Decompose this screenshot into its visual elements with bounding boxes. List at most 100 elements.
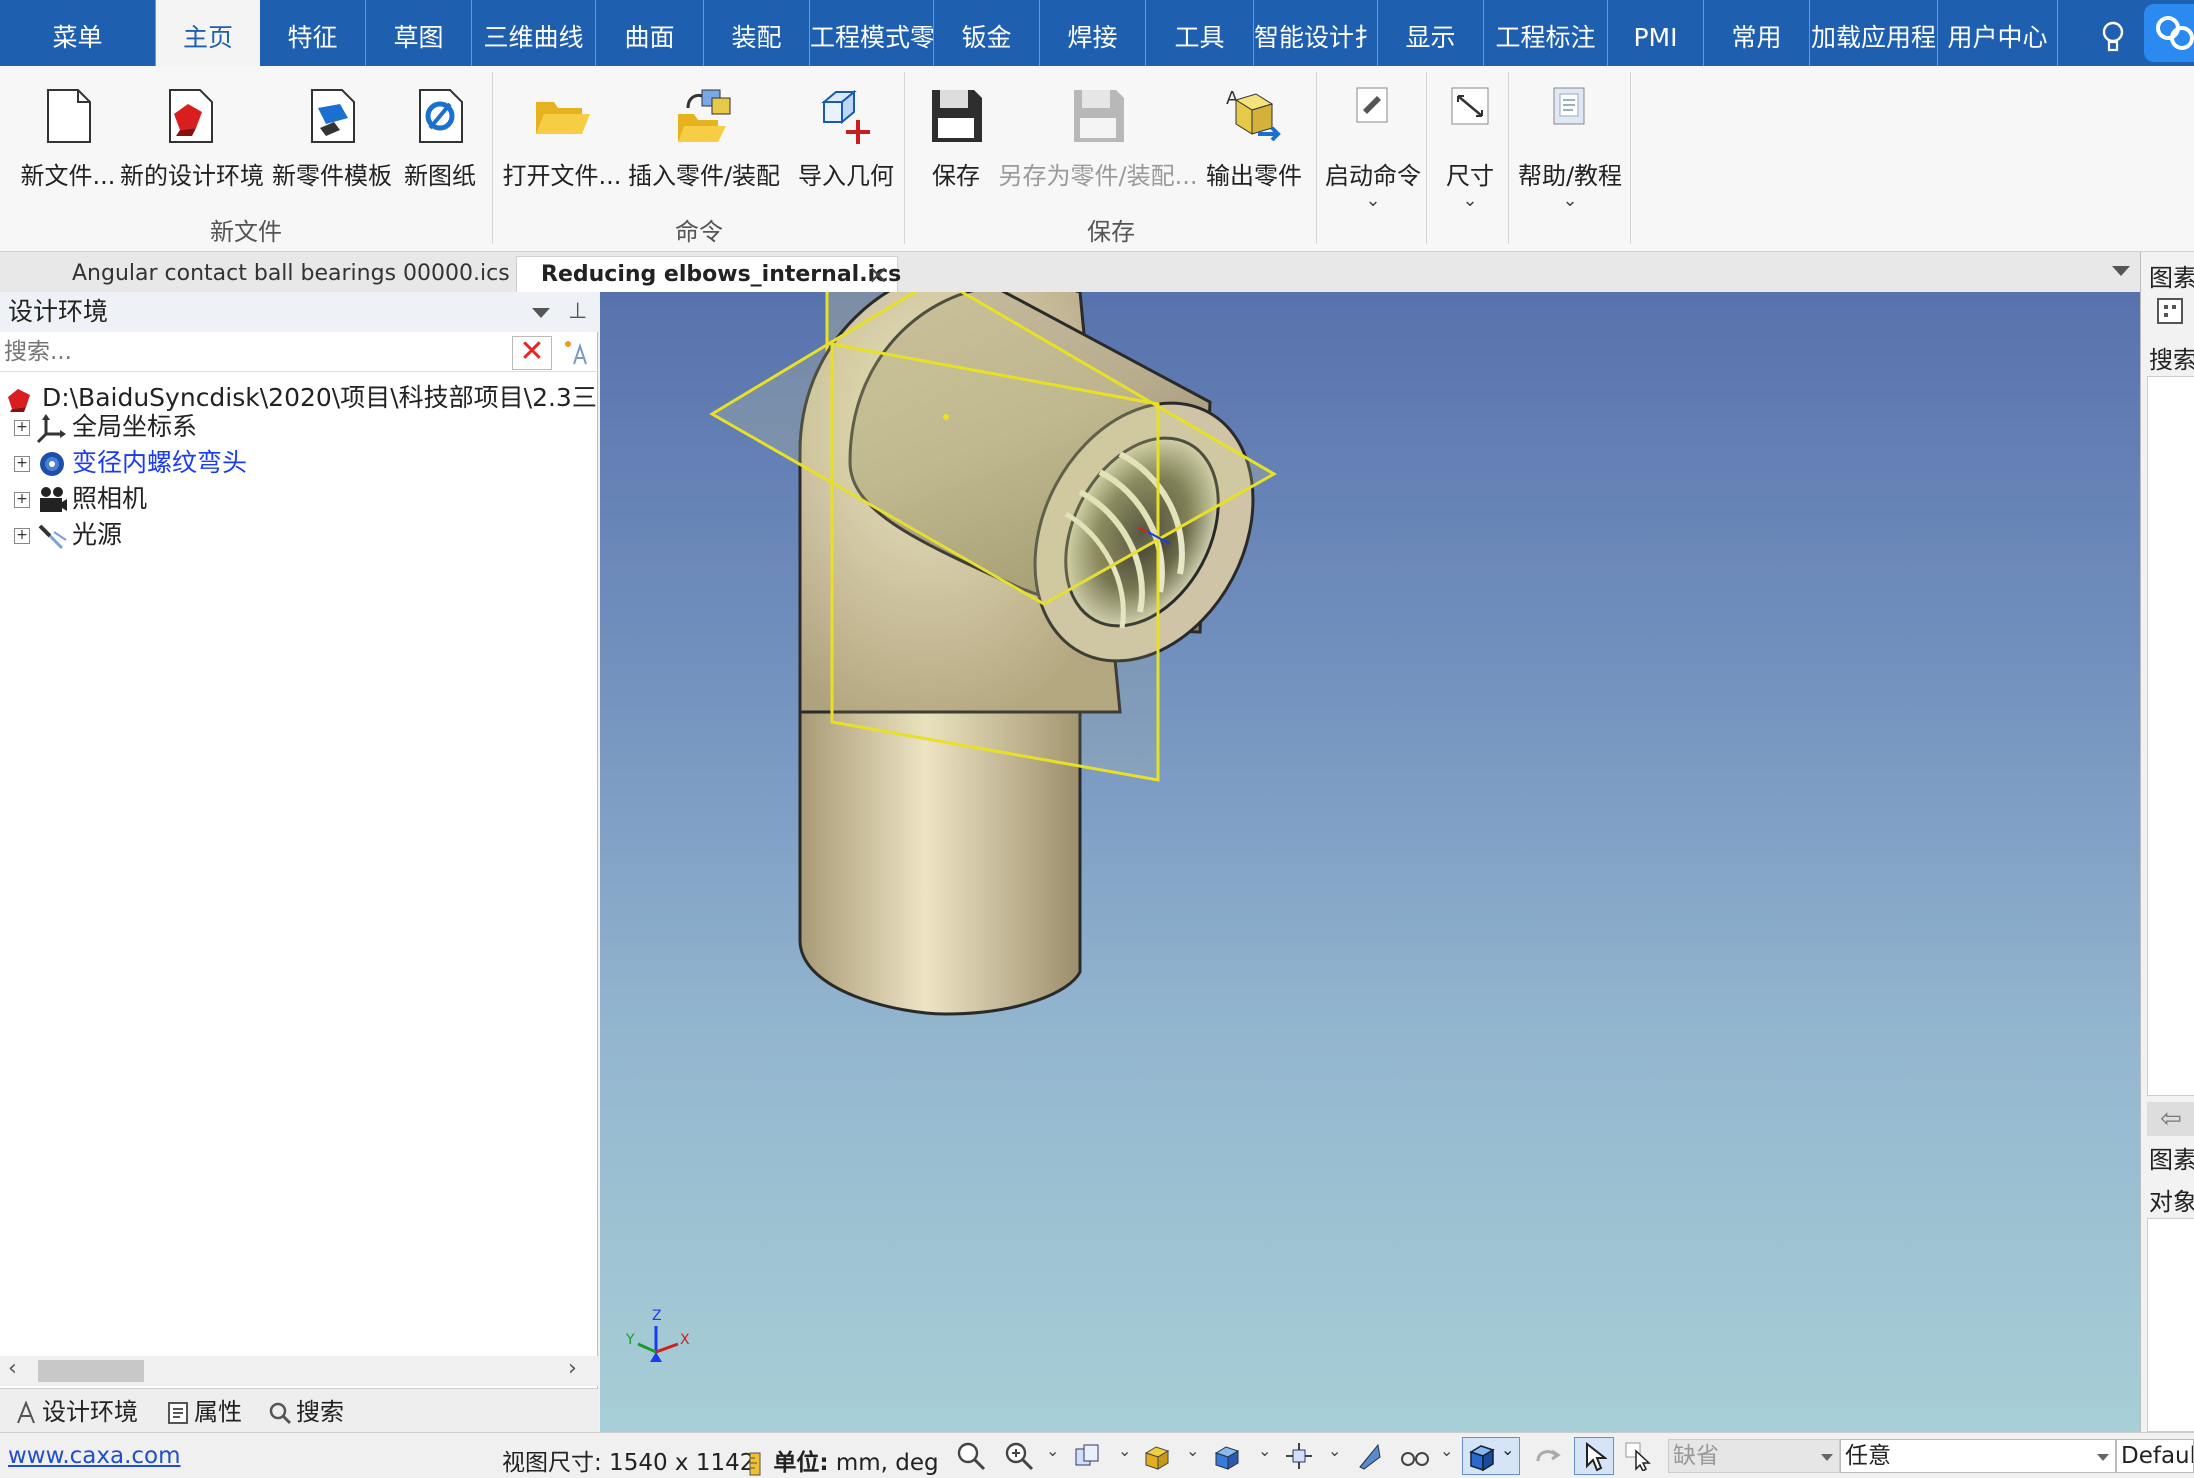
tab-pmi[interactable]: PMI <box>1608 0 1704 66</box>
tab-load-apps[interactable]: 加载应用程 <box>1810 0 1938 66</box>
chevron-down-icon[interactable]: ⌄ <box>1440 1441 1453 1460</box>
tab-display[interactable]: 显示 <box>1378 0 1484 66</box>
design-environment-icon <box>8 389 30 412</box>
display-mode-selector[interactable]: ⌄ <box>1462 1437 1520 1475</box>
tab-sketch[interactable]: 草图 <box>366 0 472 66</box>
chevron-down-icon[interactable]: ⌄ <box>1328 1441 1341 1460</box>
scrollbar-thumb[interactable] <box>38 1360 144 1382</box>
tree-item-global-coords[interactable]: + 全局坐标系 <box>14 410 197 444</box>
tab-user-center[interactable]: 用户中心 <box>1938 0 2058 66</box>
tab-search[interactable]: 搜索 <box>268 1395 344 1429</box>
tab-properties[interactable]: 属性 <box>166 1395 242 1429</box>
object-tab-label[interactable]: 对象 <box>2149 1182 2194 1217</box>
new-part-template-button[interactable]: 新零件模板 <box>272 78 392 208</box>
chevron-down-icon[interactable]: ⌄ <box>1186 1441 1199 1460</box>
new-design-env-button[interactable]: 新的设计环境 <box>120 78 264 208</box>
help-tutorial-label: 帮助/教程 <box>1517 162 1623 190</box>
3d-scene[interactable] <box>600 292 2140 1432</box>
catalog-toolbar-icon[interactable] <box>2155 296 2185 326</box>
zoom-all-icon[interactable] <box>956 1441 986 1471</box>
chevron-down-icon[interactable]: ⌄ <box>1118 1441 1131 1460</box>
dimension-button[interactable]: 尺寸 ⌄ <box>1440 78 1500 211</box>
expand-icon[interactable]: + <box>14 528 30 544</box>
render-mode-icon[interactable] <box>1142 1441 1172 1471</box>
tab-menu[interactable]: 菜单 <box>0 0 156 66</box>
search-options-icon[interactable] <box>560 336 592 368</box>
axis-z-label: Z <box>652 1308 662 1324</box>
units-readout[interactable]: 单位: mm, deg <box>744 1443 939 1477</box>
new-file-button[interactable]: 新文件... <box>20 78 116 208</box>
horizontal-scrollbar[interactable]: ‹ › <box>0 1356 598 1386</box>
object-list[interactable] <box>2147 1218 2194 1432</box>
back-arrow-icon[interactable]: ⇦ <box>2147 1102 2194 1136</box>
tab-features[interactable]: 特征 <box>260 0 366 66</box>
catalog-list[interactable] <box>2147 376 2194 1096</box>
move-locate-icon[interactable] <box>1284 1441 1314 1471</box>
new-drawing-button[interactable]: 新图纸 <box>398 78 482 208</box>
view-orientation-icon[interactable] <box>1072 1441 1102 1471</box>
select-tool-button[interactable] <box>1574 1437 1614 1475</box>
tab-common[interactable]: 常用 <box>1704 0 1810 66</box>
origin-point[interactable] <box>943 414 949 420</box>
light-source-icon <box>38 524 67 550</box>
tab-tools[interactable]: 工具 <box>1146 0 1254 66</box>
help-tutorial-button[interactable]: 帮助/教程 ⌄ <box>1518 78 1622 211</box>
glasses-view-icon[interactable] <box>1400 1441 1430 1471</box>
dropdown-arrow-icon[interactable] <box>532 308 550 318</box>
status-bar: www.caxa.com 视图尺寸: 1540 x 1142 单位: mm, d… <box>0 1432 2194 1478</box>
tree-root-path[interactable]: D:\BaiduSyncdisk\2020\项目\科技部项目\2.3三维C <box>6 378 596 414</box>
tab-design-environment[interactable]: 设计环境 <box>14 1395 138 1429</box>
tree-item-light-source[interactable]: + 光源 <box>14 518 122 552</box>
reference-plane-front[interactable] <box>830 342 1160 782</box>
expand-icon[interactable]: + <box>14 456 30 472</box>
tab-sheet-metal[interactable]: 钣金 <box>934 0 1040 66</box>
tab-smart-design[interactable]: 智能设计扌 <box>1254 0 1378 66</box>
style-combo[interactable]: Default <box>2116 1439 2194 1473</box>
filter-combo-any[interactable]: 任意 <box>1840 1439 2116 1473</box>
chevron-down-icon[interactable]: ⌄ <box>1258 1441 1271 1460</box>
catalog-tab-label[interactable]: 图素 <box>2149 1140 2194 1175</box>
pick-filter-icon[interactable] <box>1624 1441 1654 1471</box>
tree-item-reducing-elbow[interactable]: + 变径内螺纹弯头 <box>14 446 247 480</box>
redo-icon[interactable] <box>1532 1441 1562 1471</box>
tab-surface[interactable]: 曲面 <box>596 0 704 66</box>
tab-engineering-annotation[interactable]: 工程标注 <box>1484 0 1608 66</box>
open-file-button[interactable]: 打开文件... <box>503 78 621 208</box>
save-button[interactable]: 保存 <box>920 78 992 208</box>
import-geometry-button[interactable]: 导入几何 <box>796 78 896 208</box>
ruler-icon <box>749 1452 761 1475</box>
filter-combo-default[interactable]: 缺省 <box>1668 1439 1840 1473</box>
expand-icon[interactable]: + <box>14 420 30 436</box>
insert-assembly-icon <box>678 89 731 142</box>
zoom-icon[interactable] <box>1004 1441 1034 1471</box>
lightbulb-icon[interactable] <box>2098 18 2128 58</box>
tab-assembly[interactable]: 装配 <box>704 0 810 66</box>
scroll-right-icon[interactable]: › <box>568 1356 577 1381</box>
tab-welding[interactable]: 焊接 <box>1040 0 1146 66</box>
scroll-left-icon[interactable]: ‹ <box>8 1356 17 1381</box>
tab-home[interactable]: 主页 <box>156 0 260 66</box>
cloud-sync-icon[interactable] <box>2144 4 2194 62</box>
tree-search-input[interactable] <box>4 336 504 368</box>
pin-icon[interactable]: ⊥ <box>568 292 587 332</box>
doc-tab-reducing-elbows[interactable]: Reducing elbows_internal.ics × <box>516 256 901 293</box>
tab-list-dropdown-icon[interactable] <box>2112 266 2130 276</box>
section-view-icon[interactable] <box>1354 1441 1384 1471</box>
tree-item-camera[interactable]: + 照相机 <box>14 482 147 516</box>
tab-engineering-mode[interactable]: 工程模式零 <box>810 0 934 66</box>
close-icon[interactable]: × <box>867 257 889 293</box>
3d-viewport[interactable]: Z X Y <box>600 292 2140 1432</box>
standard-view-icon[interactable] <box>1212 1441 1242 1471</box>
catalog-search-label[interactable]: 搜索 <box>2149 340 2194 375</box>
clear-search-icon[interactable]: ✕ <box>512 336 552 370</box>
launch-command-button[interactable]: 启动命令 ⌄ <box>1325 78 1421 211</box>
chevron-down-icon[interactable]: ⌄ <box>1046 1441 1059 1460</box>
chevron-down-icon: ⌄ <box>1562 190 1578 211</box>
doc-tab-bearings[interactable]: Angular contact ball bearings 00000.ics <box>48 256 526 292</box>
export-part-button[interactable]: A 输出零件 <box>1206 78 1302 208</box>
expand-icon[interactable]: + <box>14 492 30 508</box>
website-link[interactable]: www.caxa.com <box>8 1443 181 1469</box>
insert-part-button[interactable]: 插入零件/装配 <box>628 78 780 208</box>
tab-3d-curve[interactable]: 三维曲线 <box>472 0 596 66</box>
save-as-part-button[interactable]: 另存为零件/装配... <box>999 78 1197 208</box>
